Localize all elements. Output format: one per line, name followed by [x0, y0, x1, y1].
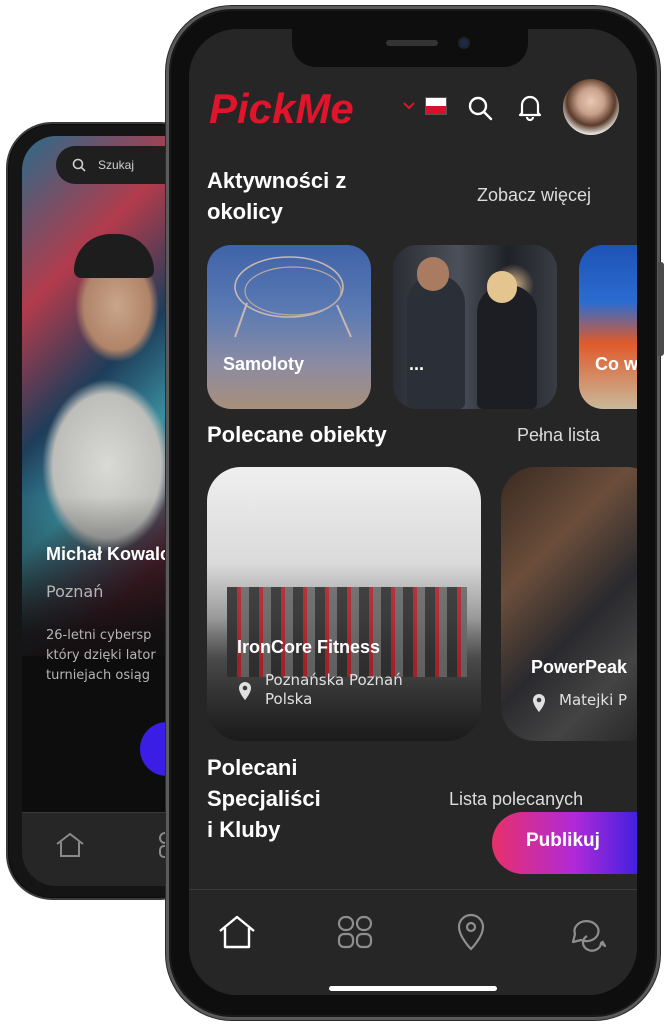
- publish-button[interactable]: Publikuj: [492, 812, 637, 874]
- object-card-powerpeak[interactable]: PowerPeak Matejki P: [501, 467, 637, 741]
- activities-title: Aktywności z okolicy: [207, 165, 346, 227]
- map-pin-icon: [533, 694, 545, 712]
- address-line2: Polska: [265, 690, 313, 708]
- users-icon[interactable]: [335, 912, 375, 952]
- chevron-down-icon[interactable]: [403, 101, 415, 111]
- tab-bar: [189, 889, 637, 995]
- home-icon[interactable]: [217, 912, 257, 952]
- rope-illustration: [234, 256, 352, 338]
- gym-equipment: [227, 587, 467, 677]
- activity-label: ...: [409, 354, 425, 374]
- map-pin-icon: [239, 682, 251, 700]
- activity-card-training[interactable]: ...: [393, 245, 557, 409]
- home-icon[interactable]: [54, 831, 86, 859]
- objects-title: Polecane obiekty: [207, 422, 387, 447]
- avatar[interactable]: [563, 79, 619, 135]
- speaker: [386, 40, 438, 46]
- front-phone-screen: PickMe Aktywności z okolicy Zobacz więce…: [189, 29, 637, 995]
- specialists-title-line1: Polecani: [207, 755, 298, 780]
- object-name: PowerPeak: [531, 657, 628, 677]
- home-indicator: [329, 986, 497, 991]
- specialists-title-line2: Specjaliści: [207, 786, 321, 811]
- search-icon: [72, 158, 86, 172]
- object-name: IronCore Fitness: [237, 637, 381, 657]
- activity-card-partial[interactable]: Co w: [579, 245, 637, 409]
- object-card-ironcore[interactable]: IronCore Fitness Poznańska Poznań Polska: [207, 467, 481, 741]
- side-button: [658, 262, 664, 356]
- see-more-link[interactable]: Zobacz więcej: [477, 185, 591, 206]
- front-camera: [458, 37, 470, 49]
- activities-title-line2: okolicy: [207, 199, 283, 224]
- notch: [292, 29, 528, 67]
- pickme-logo[interactable]: PickMe: [207, 79, 393, 135]
- bell-icon[interactable]: [517, 93, 543, 121]
- full-list-link[interactable]: Pełna lista: [517, 425, 600, 446]
- recommended-list-link[interactable]: Lista polecanych: [449, 789, 583, 810]
- specialists-title-line3: i Kluby: [207, 817, 281, 842]
- map-pin-icon[interactable]: [451, 912, 491, 952]
- logo-text: PickMe: [209, 85, 354, 132]
- stage: Szukaj Michał Kowalc Poznań 26-letni cyb…: [0, 0, 664, 1024]
- profile-city: Poznań: [46, 582, 104, 601]
- activity-card-samoloty[interactable]: Samoloty: [207, 245, 371, 409]
- activity-label: Samoloty: [223, 354, 305, 374]
- poland-flag-icon[interactable]: [425, 97, 447, 115]
- search-placeholder: Szukaj: [98, 158, 135, 172]
- chat-icon[interactable]: [569, 912, 609, 952]
- object-address: Matejki P: [559, 691, 628, 709]
- profile-name: Michał Kowalc: [46, 544, 171, 564]
- activities-title-line1: Aktywności z: [207, 168, 347, 193]
- address-line1: Poznańska Poznań: [265, 671, 403, 689]
- specialists-title: Polecani Specjaliści i Kluby: [207, 752, 321, 845]
- search-icon[interactable]: [467, 95, 493, 121]
- object-address: Poznańska Poznań Polska: [265, 671, 403, 709]
- activity-label: Co w: [595, 354, 637, 374]
